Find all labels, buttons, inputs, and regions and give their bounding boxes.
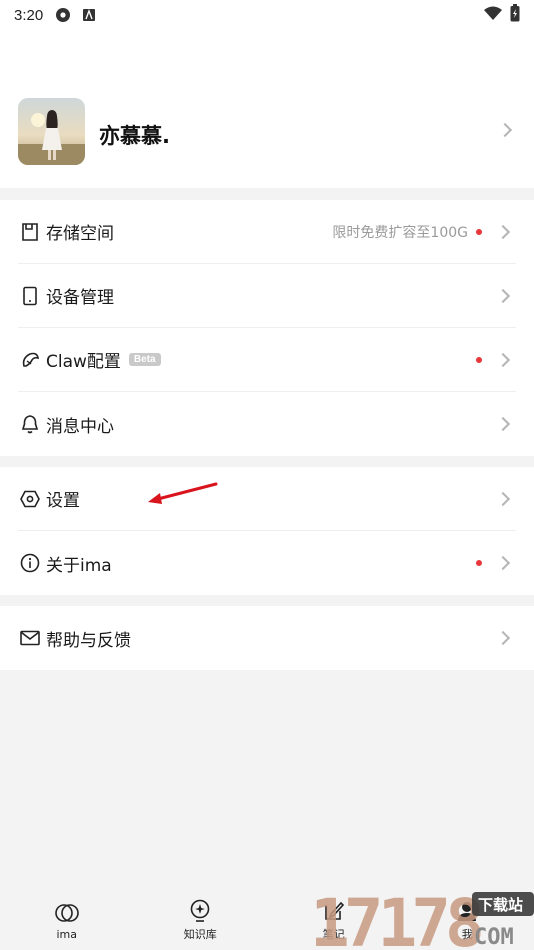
tab-ima[interactable]: ima [0, 890, 134, 950]
status-bar: 3:20 [0, 0, 534, 30]
hexagon-settings-icon [20, 489, 40, 509]
status-time: 3:20 [14, 6, 44, 24]
menu-item-label: 设备管理 [46, 288, 114, 308]
chevron-right-icon [495, 224, 511, 239]
username: 亦慕慕. [99, 124, 170, 148]
chevron-right-icon [495, 416, 511, 432]
chevron-right-icon [495, 555, 511, 571]
storage-hint: 限时免费扩容至100G [332, 224, 468, 241]
wifi-icon [484, 6, 502, 24]
tab-label: ima [56, 927, 77, 941]
menu-item-label: 帮助与反馈 [46, 630, 131, 651]
a-badge-icon [83, 9, 96, 21]
chevron-right-icon [497, 122, 513, 138]
info-icon [20, 553, 40, 573]
menu-group-2: 设置 关于ima [0, 467, 534, 595]
menu-item-label: Claw配置 [46, 352, 121, 372]
tablet-icon [20, 286, 40, 306]
battery-icon [510, 4, 520, 26]
menu-item-label: 存储空间 [46, 224, 114, 244]
menu-item-about[interactable]: 关于ima [18, 531, 516, 595]
svg-text:COM: COM [474, 925, 514, 950]
svg-text:下载站: 下载站 [478, 896, 523, 914]
settings-gear-icon [55, 7, 71, 23]
chevron-right-icon [495, 630, 511, 646]
menu-item-message-center[interactable]: 消息中心 [18, 392, 516, 456]
avatar[interactable] [18, 98, 85, 165]
red-dot-badge [476, 356, 482, 363]
menu-item-help-feedback[interactable]: 帮助与反馈 [18, 606, 516, 670]
menu-group-3: 帮助与反馈 [0, 606, 534, 670]
beta-badge: Beta [128, 353, 161, 366]
bell-icon [20, 414, 40, 434]
menu-item-storage[interactable]: 存储空间 限时免费扩容至100G [18, 200, 516, 264]
svg-text:17178: 17178 [310, 885, 481, 950]
menu-group-1: 存储空间 限时免费扩容至100G 设备管理 Claw配置 Beta 消息中心 [0, 200, 534, 456]
storage-icon [20, 222, 40, 242]
menu-item-label: 关于ima [46, 555, 112, 576]
annotation-arrow [140, 478, 220, 512]
profile-section[interactable]: 亦慕慕. [0, 30, 534, 188]
menu-item-label: 消息中心 [46, 416, 114, 437]
red-dot-badge [476, 560, 482, 566]
lightbulb-icon [189, 898, 211, 924]
chevron-right-icon [495, 491, 511, 506]
mail-icon [20, 628, 40, 648]
watermark-logo: 17178 下载站 COM [310, 880, 534, 950]
claw-icon [20, 350, 40, 370]
menu-item-claw-config[interactable]: Claw配置 Beta [18, 328, 516, 392]
chevron-right-icon [495, 288, 511, 303]
menu-item-settings[interactable]: 设置 [18, 467, 516, 531]
status-right [484, 4, 520, 26]
tab-knowledge-base[interactable]: 知识库 [134, 890, 268, 950]
tab-label: 知识库 [183, 928, 217, 941]
menu-item-device-management[interactable]: 设备管理 [18, 264, 516, 328]
menu-item-label: 设置 [46, 491, 80, 511]
chevron-right-icon [495, 352, 511, 367]
ima-icon [54, 900, 79, 926]
red-dot-badge [476, 228, 482, 235]
